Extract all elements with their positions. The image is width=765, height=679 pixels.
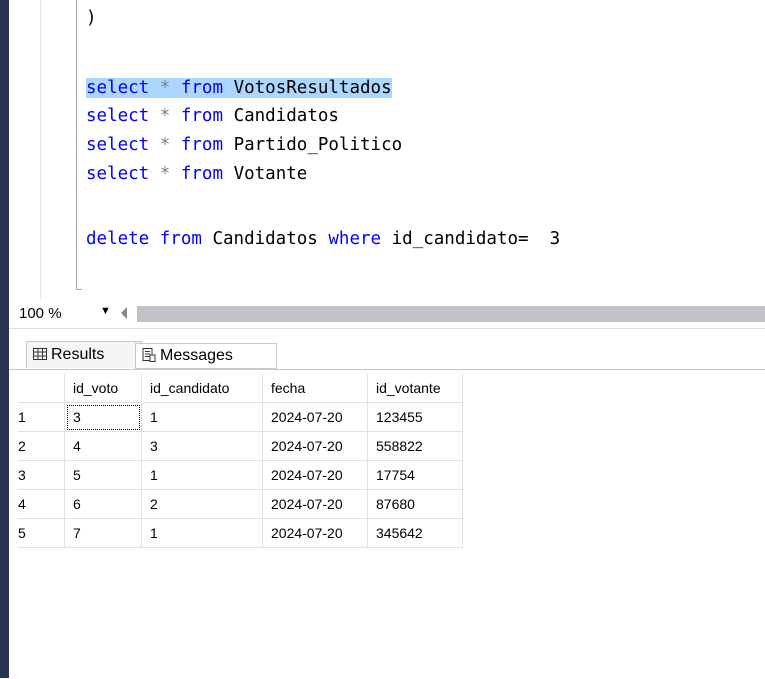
operator: * [159,135,171,155]
chevron-down-icon[interactable]: ▼ [100,305,111,317]
literal-value: 3 [549,229,561,249]
grid-icon [31,342,49,368]
keyword: select [86,106,150,126]
keyword: select [86,78,150,98]
code-fold-end-tick [76,289,82,290]
window-edge-bar [0,0,9,678]
keyword: delete [86,229,150,249]
tab-messages[interactable]: Messages [135,343,277,369]
results-grid: id_voto id_candidato fecha id_votante 1 … [9,369,765,679]
results-table: id_voto id_candidato fecha id_votante 1 … [18,374,463,548]
table-row[interactable]: 4 6 2 2024-07-20 87680 [18,489,463,519]
code-line-paren[interactable]: ) [86,4,97,32]
keyword: select [86,135,150,155]
table-identifier: Partido_Politico [233,135,403,155]
table-cell[interactable]: 2024-07-20 [262,489,368,519]
tab-results[interactable]: Results [26,341,142,368]
table-cell[interactable]: 87680 [367,489,463,519]
table-cell[interactable]: 2 [141,489,263,519]
column-header[interactable]: fecha [262,374,368,403]
table-cell[interactable]: 4 [64,431,142,461]
table-cell[interactable]: 17754 [367,460,463,490]
operator: * [159,78,171,98]
table-cell[interactable]: 2024-07-20 [262,518,368,548]
table-cell[interactable]: 3 [64,402,142,432]
table-cell[interactable]: 558822 [367,431,463,461]
table-cell[interactable]: 2024-07-20 [262,431,368,461]
keyword: select [86,164,150,184]
table-cell[interactable]: 7 [64,518,142,548]
row-number[interactable]: 4 [18,489,65,519]
zoom-level[interactable]: 100 % [19,305,62,322]
table-identifier: Votante [233,164,308,184]
operator: * [159,106,171,126]
table-cell[interactable]: 345642 [367,518,463,548]
code-line-select-votante[interactable]: select * from Votante [86,160,307,188]
keyword: from [180,78,224,98]
messages-icon [140,344,158,368]
zoom-scroll-bar: 100 % ▼ [9,300,765,329]
table-cell[interactable]: 123455 [367,402,463,432]
operator: * [159,164,171,184]
keyword: from [180,164,224,184]
code-line-delete[interactable]: delete from Candidatos where id_candidat… [86,225,560,253]
table-header-row: id_voto id_candidato fecha id_votante [18,374,463,403]
column-header[interactable]: id_candidato [141,374,263,403]
code-line-select-votosresultados[interactable]: select * from VotosResultados [86,74,392,102]
code-line-select-candidatos[interactable]: select * from Candidatos [86,102,339,130]
table-identifier: VotosResultados [233,78,392,98]
scroll-left-arrow-icon[interactable] [121,307,127,319]
code-line-select-partido-politico[interactable]: select * from Partido_Politico [86,131,402,159]
table-cell[interactable]: 1 [141,518,263,548]
row-number[interactable]: 5 [18,518,65,548]
table-row[interactable]: 5 7 1 2024-07-20 345642 [18,518,463,548]
column-header[interactable]: id_voto [64,374,142,403]
table-identifier: Candidatos [233,106,339,126]
row-number[interactable]: 3 [18,460,65,490]
table-cell[interactable]: 6 [64,489,142,519]
table-row[interactable]: 1 3 1 2024-07-20 123455 [18,402,463,432]
table-identifier: Candidatos [212,229,318,249]
table-row[interactable]: 3 5 1 2024-07-20 17754 [18,460,463,490]
column-header[interactable]: id_votante [367,374,463,403]
keyword: from [180,135,224,155]
table-cell[interactable]: 3 [141,431,263,461]
editor-margin-line [40,0,41,300]
row-number[interactable]: 2 [18,431,65,461]
selected-text: select * from VotosResultados [86,78,392,98]
keyword: from [180,106,224,126]
table-cell[interactable]: 2024-07-20 [262,402,368,432]
table-cell[interactable]: 5 [64,460,142,490]
tab-results-label: Results [51,346,105,363]
table-cell[interactable]: 1 [141,402,263,432]
horizontal-scrollbar-thumb[interactable] [137,306,765,322]
row-number-header[interactable] [18,374,65,403]
code-fold-line [76,0,77,290]
keyword: where [328,229,382,249]
closing-paren: ) [86,8,97,28]
results-tab-strip: Results Messages [9,329,765,369]
keyword: from [159,229,202,249]
table-row[interactable]: 2 4 3 2024-07-20 558822 [18,431,463,461]
tab-messages-label: Messages [160,347,233,364]
row-number[interactable]: 1 [18,402,65,432]
table-cell[interactable]: 1 [141,460,263,490]
column-identifier: id_candidato= [391,229,529,249]
table-cell[interactable]: 2024-07-20 [262,460,368,490]
